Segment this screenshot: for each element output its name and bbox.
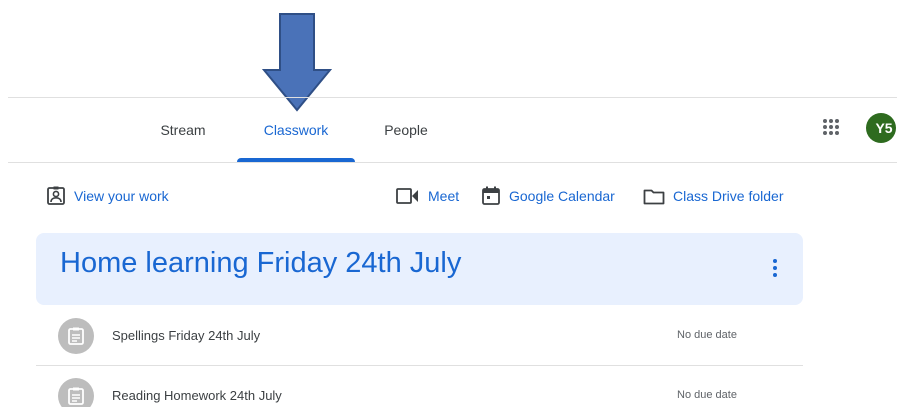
tab-classwork[interactable]: Classwork <box>237 98 355 162</box>
assignment-item[interactable]: Spellings Friday 24th July No due date <box>36 306 803 366</box>
assignment-title: Spellings Friday 24th July <box>112 328 261 343</box>
video-camera-icon <box>396 188 418 204</box>
calendar-icon <box>482 186 500 205</box>
top-nav-bar: Stream Classwork People <box>8 97 897 163</box>
class-drive-folder-label: Class Drive folder <box>673 188 784 204</box>
assignment-item[interactable]: Reading Homework 24th July No due date <box>36 366 803 407</box>
assignment-icon <box>58 378 94 407</box>
google-calendar-link[interactable]: Google Calendar <box>481 184 615 208</box>
folder-icon <box>643 189 665 205</box>
view-your-work-link[interactable]: View your work <box>46 184 169 208</box>
topic-header: Home learning Friday 24th July <box>36 233 803 305</box>
due-date-label: No due date <box>677 389 737 401</box>
avatar[interactable]: Y5 <box>866 113 896 143</box>
tab-people[interactable]: People <box>376 98 436 162</box>
view-your-work-label: View your work <box>74 188 169 204</box>
topic-title: Home learning Friday 24th July <box>60 247 462 279</box>
assignment-title: Reading Homework 24th July <box>112 388 282 403</box>
google-calendar-label: Google Calendar <box>509 188 615 204</box>
meet-label: Meet <box>428 188 460 204</box>
tab-stream[interactable]: Stream <box>148 98 218 162</box>
due-date-label: No due date <box>677 329 737 341</box>
assignment-ind-icon <box>47 186 65 205</box>
meet-link[interactable]: Meet <box>396 184 459 208</box>
assignment-icon <box>58 318 94 354</box>
more-options-icon[interactable] <box>771 259 779 279</box>
grid-apps-icon[interactable] <box>822 118 840 136</box>
active-tab-indicator <box>237 158 355 162</box>
class-drive-folder-link[interactable]: Class Drive folder <box>643 184 783 208</box>
